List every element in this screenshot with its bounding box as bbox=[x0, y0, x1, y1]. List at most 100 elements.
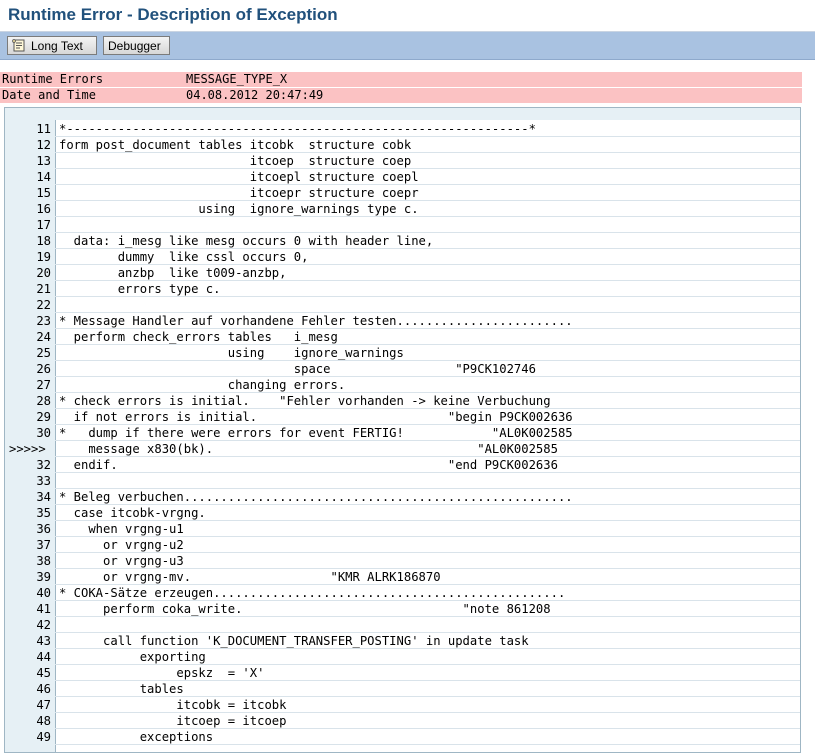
code-line: 24 perform check_errors tables i_mesg bbox=[5, 329, 800, 345]
code-line: 16 using ignore_warnings type c. bbox=[5, 201, 800, 217]
code-line: 28 * check errors is initial. "Fehler vor… bbox=[5, 393, 800, 409]
code-line: 23 * Message Handler auf vorhandene Fehle… bbox=[5, 313, 800, 329]
code-line: 48 itcoep = itcoep bbox=[5, 713, 800, 729]
date-time-label: Date and Time bbox=[2, 88, 96, 102]
line-number: 21 bbox=[36, 282, 51, 296]
long-text-label: Long Text bbox=[31, 38, 83, 53]
date-time-value: 04.08.2012 20:47:49 bbox=[186, 88, 324, 102]
code-line: 14 itcoepl structure coepl bbox=[5, 169, 800, 185]
code-line: 11 *-------------------------------------… bbox=[5, 121, 800, 137]
line-number: 19 bbox=[36, 250, 51, 264]
source-code-panel[interactable]: 11 *-------------------------------------… bbox=[4, 107, 801, 753]
code-line: 46 tables bbox=[5, 681, 800, 697]
line-number: 15 bbox=[36, 186, 51, 200]
code-text: exporting bbox=[59, 650, 206, 664]
line-number: 36 bbox=[36, 522, 51, 536]
code-text: exceptions bbox=[59, 730, 214, 744]
code-line: 38 or vrgng-u3 bbox=[5, 553, 800, 569]
line-number: 12 bbox=[36, 138, 51, 152]
code-line: 34 * Beleg verbuchen.....................… bbox=[5, 489, 800, 505]
line-number: 41 bbox=[36, 602, 51, 616]
runtime-errors-value: MESSAGE_TYPE_X bbox=[186, 72, 288, 86]
code-line: 29 if not errors is initial. "begin P9CK… bbox=[5, 409, 800, 425]
application-toolbar: Long Text Debugger bbox=[0, 32, 815, 60]
line-number: 33 bbox=[36, 474, 51, 488]
code-text: perform check_errors tables i_mesg bbox=[59, 330, 338, 344]
code-text: form post_document tables itcobk structu… bbox=[59, 138, 412, 152]
runtime-errors-row: Runtime Errors MESSAGE_TYPE_X bbox=[0, 72, 802, 87]
code-text: using ignore_warnings type c. bbox=[59, 202, 419, 216]
code-line: 20 anzbp like t009-anzbp, bbox=[5, 265, 800, 281]
line-number: 22 bbox=[36, 298, 51, 312]
code-text: or vrgng-u3 bbox=[59, 554, 184, 568]
code-text: itcoep = itcoep bbox=[59, 714, 287, 728]
runtime-errors-label: Runtime Errors bbox=[2, 72, 104, 86]
code-text: tables bbox=[59, 682, 184, 696]
line-number: 14 bbox=[36, 170, 51, 184]
line-number: 13 bbox=[36, 154, 51, 168]
code-text: * check errors is initial. "Fehler vorha… bbox=[59, 394, 551, 408]
line-number: 30 bbox=[36, 426, 51, 440]
code-line: 12 form post_document tables itcobk struc… bbox=[5, 137, 800, 153]
line-number: 29 bbox=[36, 410, 51, 424]
line-number: 17 bbox=[36, 218, 51, 232]
code-text: perform coka_write. "note 861208 bbox=[59, 602, 551, 616]
code-text: or vrgng-mv. "KMR ALRK186870 bbox=[59, 570, 441, 584]
code-text: *---------------------------------------… bbox=[59, 122, 536, 136]
code-text: anzbp like t009-anzbp, bbox=[59, 266, 287, 280]
line-number: 38 bbox=[36, 554, 51, 568]
long-text-button[interactable]: Long Text bbox=[7, 36, 97, 55]
line-number: 46 bbox=[36, 682, 51, 696]
line-number: 23 bbox=[36, 314, 51, 328]
code-line: >>>>> message x830(bk). "AL0K002585 bbox=[5, 441, 800, 457]
code-line: 49 exceptions bbox=[5, 729, 800, 745]
code-text: * COKA-Sätze erzeugen...................… bbox=[59, 586, 566, 600]
code-line: 40 * COKA-Sätze erzeugen.................… bbox=[5, 585, 800, 601]
code-text: * dump if there were errors for event FE… bbox=[59, 426, 573, 440]
code-line: 32 endif. "end P9CK002636 bbox=[5, 457, 800, 473]
line-number: 16 bbox=[36, 202, 51, 216]
line-number: 43 bbox=[36, 634, 51, 648]
title-bar: Runtime Error - Description of Exception bbox=[0, 0, 815, 32]
line-number: 39 bbox=[36, 570, 51, 584]
code-line: 36 when vrgng-u1 bbox=[5, 521, 800, 537]
code-text: epskz = 'X' bbox=[59, 666, 265, 680]
code-text: when vrgng-u1 bbox=[59, 522, 184, 536]
code-line: 19 dummy like cssl occurs 0, bbox=[5, 249, 800, 265]
code-text: endif. "end P9CK002636 bbox=[59, 458, 558, 472]
code-line: 25 using ignore_warnings bbox=[5, 345, 800, 361]
line-number: 27 bbox=[36, 378, 51, 392]
code-text: data: i_mesg like mesg occurs 0 with hea… bbox=[59, 234, 434, 248]
line-number: 25 bbox=[36, 346, 51, 360]
line-number: 35 bbox=[36, 506, 51, 520]
code-text: changing errors. bbox=[59, 378, 346, 392]
code-text: * Message Handler auf vorhandene Fehler … bbox=[59, 314, 573, 328]
debugger-button[interactable]: Debugger bbox=[103, 36, 170, 55]
line-number: 11 bbox=[36, 122, 51, 136]
code-line: 41 perform coka_write. "note 861208 bbox=[5, 601, 800, 617]
page-title: Runtime Error - Description of Exception bbox=[8, 5, 338, 24]
line-number: 49 bbox=[36, 730, 51, 744]
code-line: 47 itcobk = itcobk bbox=[5, 697, 800, 713]
line-number: 40 bbox=[36, 586, 51, 600]
code-line: 27 changing errors. bbox=[5, 377, 800, 393]
code-line: 44 exporting bbox=[5, 649, 800, 665]
line-number: 28 bbox=[36, 394, 51, 408]
code-line: 17 bbox=[5, 217, 800, 233]
line-number: 48 bbox=[36, 714, 51, 728]
code-line: 18 data: i_mesg like mesg occurs 0 with … bbox=[5, 233, 800, 249]
error-line-marker: >>>>> bbox=[9, 442, 46, 456]
line-number: 18 bbox=[36, 234, 51, 248]
line-number: 32 bbox=[36, 458, 51, 472]
line-number: 44 bbox=[36, 650, 51, 664]
code-line: 15 itcoepr structure coepr bbox=[5, 185, 800, 201]
line-number: 26 bbox=[36, 362, 51, 376]
line-number: 37 bbox=[36, 538, 51, 552]
code-line: 30 * dump if there were errors for event … bbox=[5, 425, 800, 441]
debugger-label: Debugger bbox=[108, 38, 161, 53]
code-line: 45 epskz = 'X' bbox=[5, 665, 800, 681]
line-number: 20 bbox=[36, 266, 51, 280]
code-line: 37 or vrgng-u2 bbox=[5, 537, 800, 553]
code-text: message x830(bk). "AL0K002585 bbox=[59, 442, 558, 456]
line-number: 45 bbox=[36, 666, 51, 680]
